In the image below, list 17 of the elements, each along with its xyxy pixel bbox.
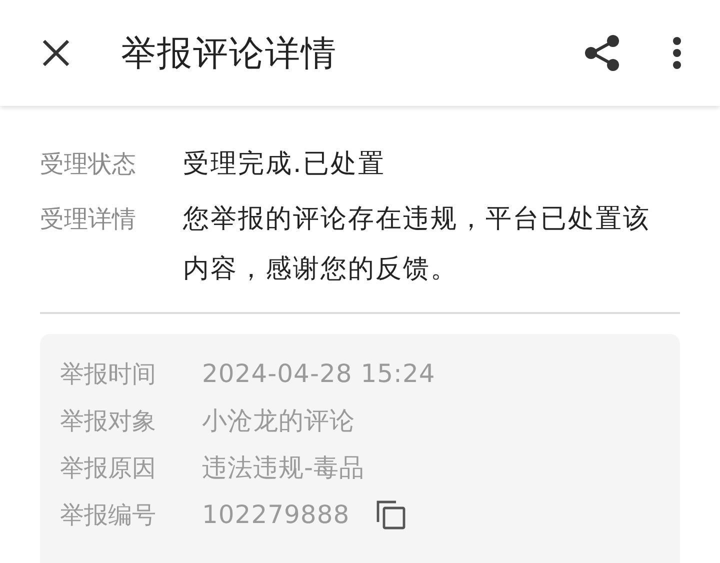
field-label: 举报对象 xyxy=(60,406,157,436)
field-value: 您举报的评论存在违规，平台已处置该内容，感谢您的反馈。 xyxy=(183,203,652,286)
field-label: 举报编号 xyxy=(60,500,157,530)
field-label: 受理状态 xyxy=(40,149,137,180)
field-value: 受理完成.已处置 xyxy=(183,148,386,181)
field-label: 受理详情 xyxy=(40,204,137,235)
share-icon[interactable] xyxy=(584,34,620,72)
field-value: 小沧龙的评论 xyxy=(202,405,355,437)
field-value: 102279888 xyxy=(202,500,350,529)
more-icon[interactable] xyxy=(672,36,682,70)
field-value: 2024-04-28 15:24 xyxy=(202,359,436,388)
page-title: 举报评论详情 xyxy=(121,32,338,76)
close-icon[interactable] xyxy=(41,38,71,68)
field-value: 违法违规-毒品 xyxy=(202,452,365,484)
field-label: 举报时间 xyxy=(60,358,157,390)
copy-icon[interactable] xyxy=(376,500,406,530)
field-label: 举报原因 xyxy=(60,452,157,484)
